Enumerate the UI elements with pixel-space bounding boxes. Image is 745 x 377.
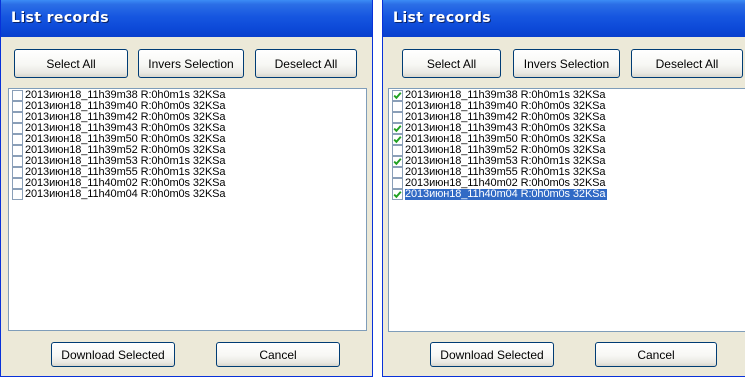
record-checkbox[interactable] bbox=[12, 90, 23, 101]
window-title: List records bbox=[393, 10, 491, 26]
record-checkbox[interactable] bbox=[392, 167, 403, 178]
record-checkbox[interactable] bbox=[392, 123, 403, 134]
cancel-button[interactable]: Cancel bbox=[595, 342, 717, 367]
record-checkbox[interactable] bbox=[12, 101, 23, 112]
record-label: 2013июн18_11h40m04 R:0h0m0s 32KSa bbox=[25, 188, 226, 200]
list-item[interactable]: 2013июн18_11h40m04 R:0h0m0s 32KSa bbox=[9, 189, 366, 200]
list-records-dialog-right: List records Select All Invers Selection… bbox=[382, 0, 745, 377]
cancel-button[interactable]: Cancel bbox=[216, 342, 340, 367]
record-checkbox[interactable] bbox=[392, 112, 403, 123]
record-checkbox[interactable] bbox=[392, 156, 403, 167]
record-checkbox[interactable] bbox=[12, 145, 23, 156]
record-checkbox[interactable] bbox=[12, 156, 23, 167]
checkmark-icon bbox=[393, 92, 402, 100]
records-list[interactable]: 2013июн18_11h39m38 R:0h0m1s 32KSa 2013июн… bbox=[8, 88, 367, 331]
record-checkbox[interactable] bbox=[12, 189, 23, 200]
deselect-all-button[interactable]: Deselect All bbox=[631, 49, 743, 78]
select-all-button[interactable]: Select All bbox=[14, 49, 128, 78]
download-selected-button[interactable]: Download Selected bbox=[430, 342, 554, 367]
record-checkbox[interactable] bbox=[12, 112, 23, 123]
record-checkbox[interactable] bbox=[392, 90, 403, 101]
record-checkbox[interactable] bbox=[392, 178, 403, 189]
checkmark-icon bbox=[393, 125, 402, 133]
record-checkbox[interactable] bbox=[12, 134, 23, 145]
record-label: 2013июн18_11h40m04 R:0h0m0s 32KSa bbox=[405, 188, 608, 200]
download-selected-button[interactable]: Download Selected bbox=[51, 342, 175, 367]
invert-selection-button[interactable]: Invers Selection bbox=[138, 49, 244, 78]
record-checkbox[interactable] bbox=[12, 178, 23, 189]
window-title: List records bbox=[11, 10, 109, 26]
record-checkbox[interactable] bbox=[392, 101, 403, 112]
checkmark-icon bbox=[393, 158, 402, 166]
records-list[interactable]: 2013июн18_11h39m38 R:0h0m1s 32KSa 2013июн… bbox=[388, 88, 745, 332]
deselect-all-button[interactable]: Deselect All bbox=[255, 49, 357, 78]
record-checkbox[interactable] bbox=[12, 167, 23, 178]
record-checkbox[interactable] bbox=[392, 145, 403, 156]
invert-selection-button[interactable]: Invers Selection bbox=[513, 49, 620, 78]
record-checkbox[interactable] bbox=[12, 123, 23, 134]
select-all-button[interactable]: Select All bbox=[402, 49, 501, 78]
record-checkbox[interactable] bbox=[392, 134, 403, 145]
list-records-dialog-left: List records Select All Invers Selection… bbox=[0, 0, 373, 377]
record-checkbox[interactable] bbox=[392, 189, 403, 200]
title-bar[interactable]: List records bbox=[383, 0, 745, 37]
list-item[interactable]: 2013июн18_11h40m04 R:0h0m0s 32KSa bbox=[389, 189, 745, 200]
title-bar[interactable]: List records bbox=[1, 0, 372, 37]
checkmark-icon bbox=[393, 191, 402, 199]
checkmark-icon bbox=[393, 136, 402, 144]
